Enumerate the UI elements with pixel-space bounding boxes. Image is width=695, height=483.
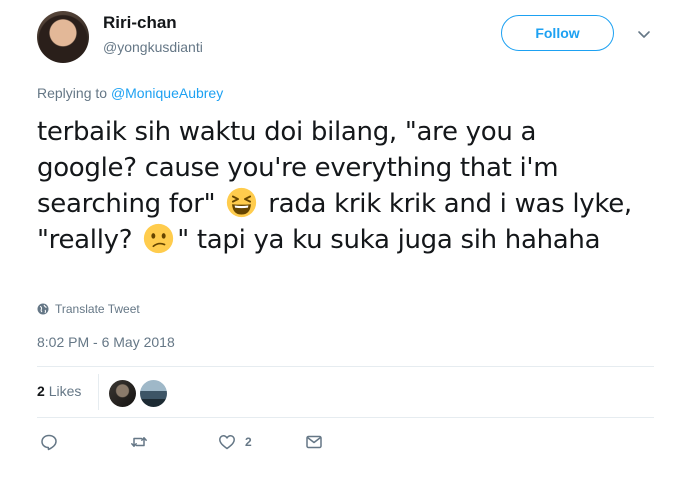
follow-button[interactable]: Follow [501,15,614,51]
replying-to: Replying to @MoniqueAubrey [37,85,223,101]
envelope-icon [306,435,322,449]
liker-avatar[interactable] [109,380,136,407]
likes-count[interactable]: 2 Likes [37,383,81,399]
liker-avatar[interactable] [140,380,167,407]
timestamp[interactable]: 8:02 PM - 6 May 2018 [37,334,175,350]
avatar[interactable] [37,11,89,63]
likes-label: Likes [48,383,82,399]
like-button[interactable]: 2 [218,433,252,451]
divider [37,417,654,418]
chevron-down-icon[interactable] [637,27,651,41]
display-name[interactable]: Riri-chan [103,13,177,33]
replying-to-label: Replying to [37,85,111,101]
like-count: 2 [245,435,252,449]
tweet-text-part: " tapi ya ku suka juga sih hahaha [177,225,601,255]
reply-button[interactable] [40,433,67,451]
retweet-button[interactable] [130,433,157,451]
confused-face-emoji-icon [144,223,174,254]
globe-icon [37,303,49,315]
user-handle[interactable]: @yongkusdianti [103,39,203,55]
vertical-divider [98,374,99,410]
translate-tweet-link[interactable]: Translate Tweet [37,302,140,316]
retweet-icon [131,437,147,447]
reply-icon [41,434,57,451]
heart-icon [219,435,235,450]
direct-message-button[interactable] [305,433,323,451]
mention-link[interactable]: @MoniqueAubrey [111,85,223,101]
divider [37,366,654,367]
likes-number: 2 [37,383,45,399]
translate-label: Translate Tweet [55,302,140,316]
laughing-face-emoji-icon [227,187,257,218]
tweet-text: terbaik sih waktu doi bilang, "are you a… [37,114,637,258]
